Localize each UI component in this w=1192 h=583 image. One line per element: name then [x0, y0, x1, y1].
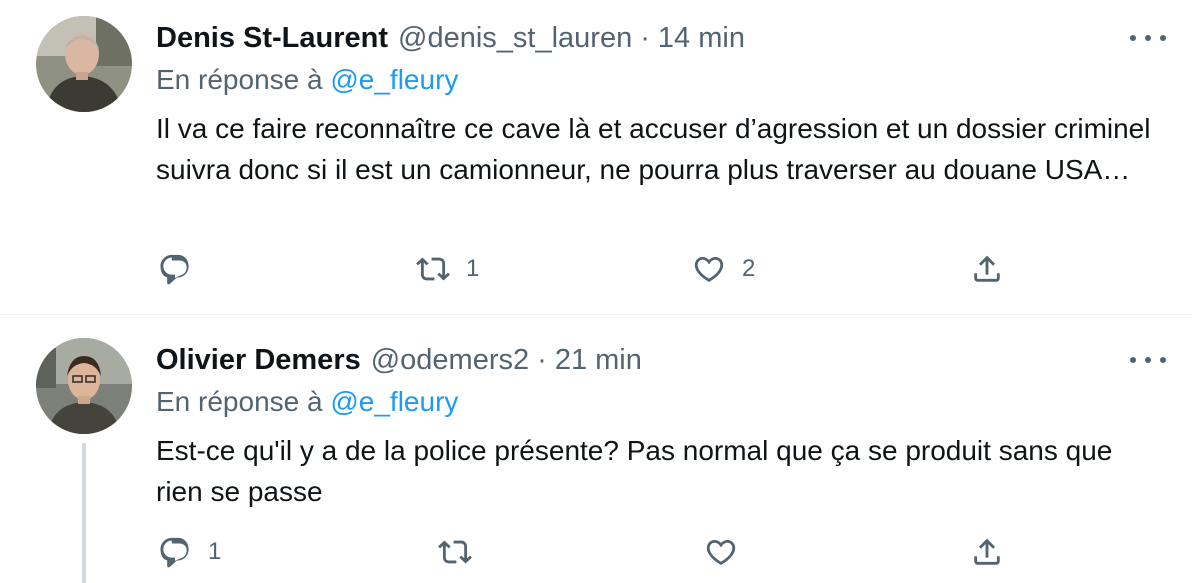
retweet-button[interactable]: 1 — [416, 252, 479, 286]
reply-mention-link[interactable]: @e_fleury — [330, 386, 458, 417]
retweet-icon — [416, 257, 450, 281]
tweet-text: Il va ce faire reconnaître ce cave là et… — [156, 113, 1151, 185]
share-button[interactable] — [970, 252, 1004, 286]
retweet-icon — [438, 540, 472, 564]
share-button[interactable] — [970, 535, 1004, 569]
avatar[interactable] — [36, 16, 132, 112]
reply-icon — [160, 537, 189, 568]
timestamp[interactable]: 14 min — [658, 22, 745, 55]
thread-connector — [82, 443, 86, 583]
like-button[interactable]: 2 — [692, 252, 755, 286]
reply-prefix: En réponse à — [156, 386, 323, 417]
tweet[interactable]: Denis St-Laurent @denis_st_lauren · 14 m… — [0, 0, 1192, 315]
more-icon[interactable] — [1130, 28, 1166, 48]
tweet[interactable]: Olivier Demers @odemers2 · 21 min En rép… — [0, 315, 1192, 583]
reply-mention-link[interactable]: @e_fleury — [330, 64, 458, 95]
author-handle[interactable]: @odemers2 — [371, 344, 529, 377]
reply-button[interactable] — [158, 252, 208, 286]
like-count: 2 — [742, 255, 756, 282]
reply-feed: Denis St-Laurent @denis_st_lauren · 14 m… — [0, 0, 1192, 583]
reply-context: En réponse à @e_fleury — [156, 386, 458, 418]
timestamp[interactable]: 21 min — [555, 344, 642, 377]
like-button[interactable] — [704, 535, 754, 569]
separator-dot: · — [640, 21, 650, 54]
heart-icon — [706, 539, 736, 565]
heart-icon — [694, 256, 724, 282]
more-icon[interactable] — [1130, 350, 1166, 370]
share-icon — [974, 538, 1000, 565]
author-handle[interactable]: @denis_st_lauren — [398, 22, 632, 55]
avatar[interactable] — [36, 338, 132, 434]
tweet-header: Olivier Demers @odemers2 · 21 min — [156, 340, 642, 380]
author-name[interactable]: Olivier Demers — [156, 344, 361, 377]
reply-prefix: En réponse à — [156, 64, 323, 95]
tweet-header: Denis St-Laurent @denis_st_lauren · 14 m… — [156, 18, 745, 58]
separator-dot: · — [537, 343, 547, 376]
reply-context: En réponse à @e_fleury — [156, 64, 458, 96]
share-icon — [974, 255, 1000, 282]
reply-icon — [160, 254, 189, 285]
reply-button[interactable]: 1 — [158, 535, 221, 569]
reply-count: 1 — [208, 538, 222, 565]
tweet-text: Est-ce qu'il y a de la police présente? … — [156, 435, 1113, 507]
retweet-button[interactable] — [438, 535, 488, 569]
author-name[interactable]: Denis St-Laurent — [156, 22, 388, 55]
retweet-count: 1 — [466, 255, 480, 282]
